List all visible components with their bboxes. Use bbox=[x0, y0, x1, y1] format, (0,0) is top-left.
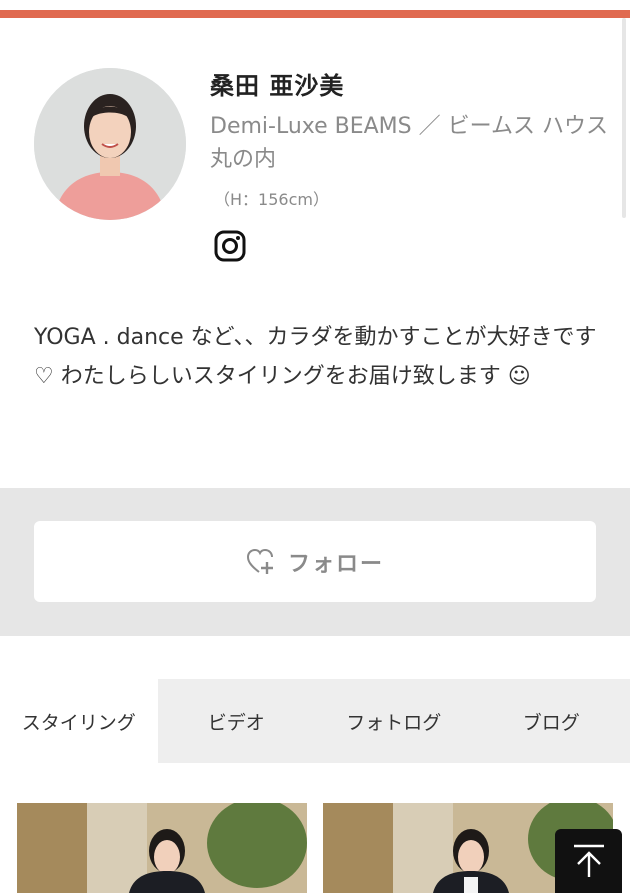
avatar bbox=[34, 68, 186, 220]
heart-plus-icon bbox=[246, 548, 273, 574]
height-info: （H：156cm） bbox=[214, 190, 329, 209]
tab-styling[interactable]: スタイリング bbox=[0, 679, 158, 763]
profile-name: 桑田 亜沙美 bbox=[210, 72, 345, 100]
scroll-to-top-button[interactable] bbox=[555, 829, 622, 893]
profile-bio: YOGA . dance など、、カラダを動かすことが大好きです ♡ わたしらし… bbox=[34, 325, 597, 389]
accent-top-bar bbox=[0, 10, 630, 18]
tab-video[interactable]: ビデオ bbox=[158, 679, 316, 763]
shop-name[interactable]: Demi-Luxe BEAMS ／ ビームス ハウス 丸の内 bbox=[210, 110, 610, 176]
styling-thumbnail[interactable] bbox=[17, 803, 307, 893]
instagram-icon[interactable] bbox=[214, 230, 246, 262]
tab-blog[interactable]: ブログ bbox=[473, 679, 630, 763]
follow-button[interactable]: フォロー bbox=[34, 521, 596, 602]
follow-label: フォロー bbox=[287, 551, 384, 577]
follow-section: フォロー bbox=[0, 488, 630, 636]
arrow-up-icon bbox=[573, 844, 604, 877]
content-tabs: スタイリング ビデオ フォトログ ブログ bbox=[0, 679, 630, 763]
tab-photolog[interactable]: フォトログ bbox=[315, 679, 473, 763]
scrollbar[interactable] bbox=[622, 18, 626, 218]
